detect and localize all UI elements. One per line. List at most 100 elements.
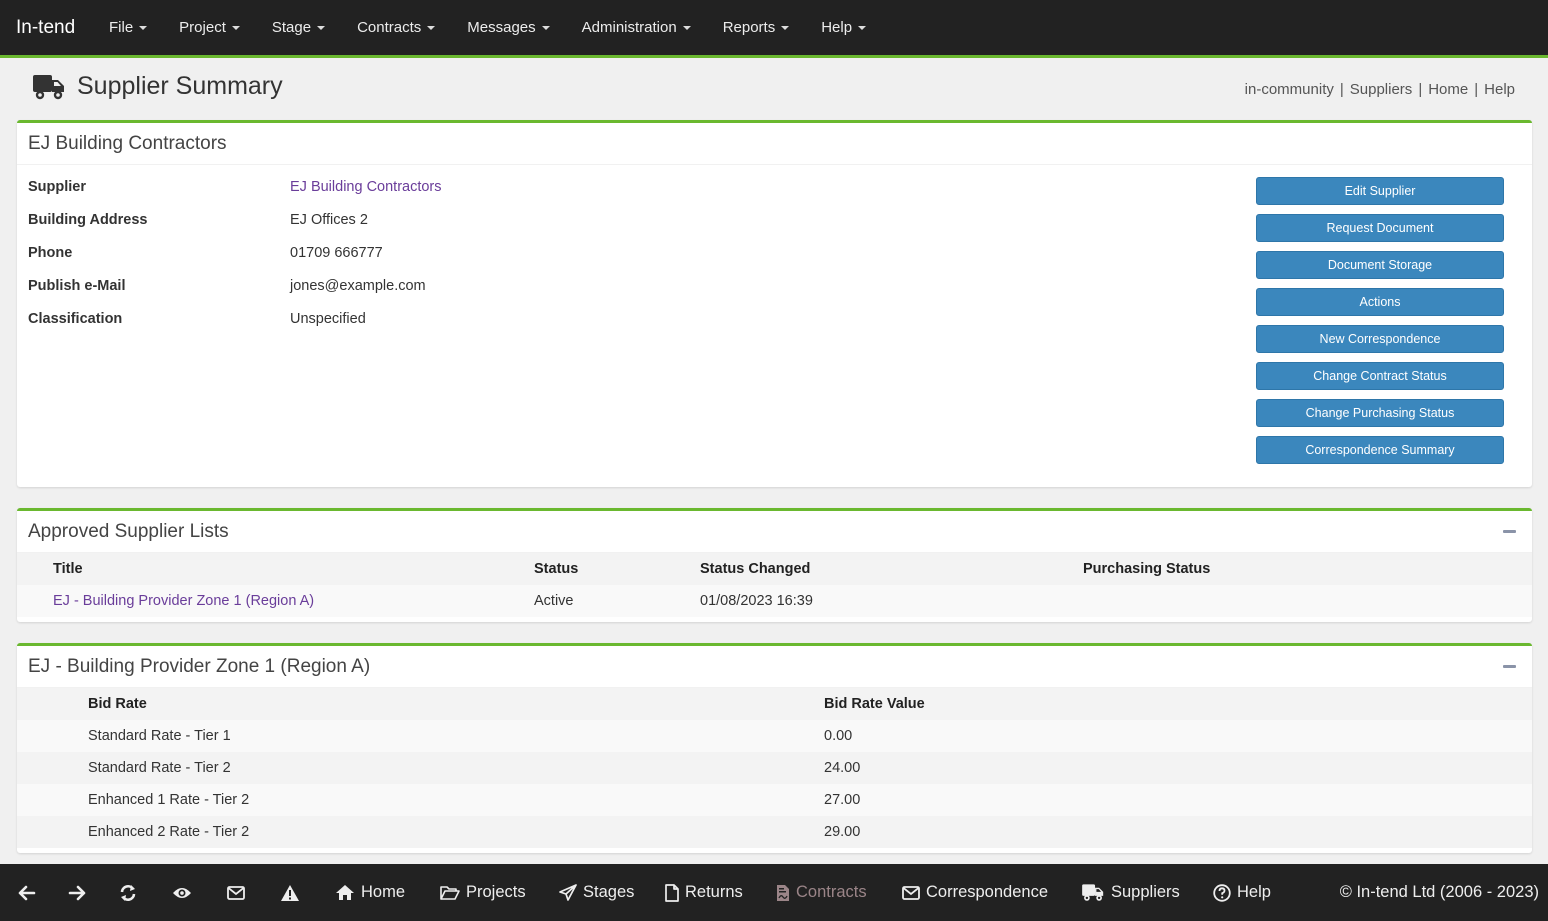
menu-help[interactable]: Help — [805, 19, 882, 36]
bottom-link-label: Home — [361, 883, 406, 901]
table-row: Standard Rate - Tier 1 0.00 — [17, 720, 1532, 752]
bottom-link-stages[interactable]: Stages — [559, 883, 634, 902]
menu-label: Contracts — [357, 19, 422, 36]
status-changed-cell: 01/08/2023 16:39 — [700, 585, 1083, 617]
menu-label: Help — [821, 19, 853, 36]
caret-down-icon — [781, 25, 790, 30]
header-links: in-community | Suppliers | Home | Help — [1245, 81, 1515, 98]
detail-row-phone: Phone 01709 666777 — [28, 245, 442, 278]
envelope-icon — [902, 885, 920, 900]
bottom-link-suppliers[interactable]: Suppliers — [1081, 883, 1180, 902]
detail-label: Publish e-Mail — [28, 278, 126, 294]
supplier-summary-panel: EJ Building Contractors Supplier EJ Buil… — [17, 120, 1532, 487]
column-header-title: Title — [53, 553, 534, 585]
panel-title: Approved Supplier Lists — [28, 520, 229, 542]
detail-value: 01709 666777 — [290, 245, 383, 261]
menu-label: Reports — [722, 19, 776, 36]
file-icon — [665, 883, 679, 902]
link-home[interactable]: Home — [1428, 81, 1468, 98]
bid-rates-table: Bid Rate Bid Rate Value Standard Rate - … — [17, 688, 1532, 848]
table-row: EJ - Building Provider Zone 1 (Region A)… — [17, 585, 1532, 617]
detail-value: jones@example.com — [290, 278, 426, 294]
caret-down-icon — [682, 25, 691, 30]
copyright-text: © In-tend Ltd (2006 - 2023) — [1339, 883, 1539, 901]
column-header-status: Status — [534, 553, 700, 585]
spacer-cell — [17, 752, 88, 784]
spacer-cell — [17, 688, 88, 720]
column-header-bid-rate: Bid Rate — [88, 688, 824, 720]
folder-open-icon — [440, 886, 460, 900]
link-help[interactable]: Help — [1484, 81, 1515, 98]
bottom-link-returns[interactable]: Returns — [665, 883, 743, 902]
detail-row-classification: Classification Unspecified — [28, 311, 442, 344]
bottom-link-label: Stages — [583, 883, 635, 901]
bid-rates-panel: EJ - Building Provider Zone 1 (Region A)… — [17, 643, 1532, 853]
main-menu: File Project Stage Contracts Messages Ad… — [93, 19, 882, 36]
bottom-link-contracts[interactable]: Contracts — [776, 883, 867, 902]
forward-arrow-icon[interactable] — [67, 883, 87, 903]
actions-button[interactable]: Actions — [1256, 288, 1504, 316]
menu-project[interactable]: Project — [163, 19, 256, 36]
link-separator: | — [1339, 81, 1344, 98]
document-storage-button[interactable]: Document Storage — [1256, 251, 1504, 279]
bottom-link-label: Returns — [685, 883, 743, 901]
supplier-link[interactable]: EJ Building Contractors — [290, 179, 442, 195]
bottom-link-projects[interactable]: Projects — [440, 883, 526, 902]
collapse-icon[interactable] — [1503, 665, 1516, 668]
bid-rate-value-cell: 29.00 — [824, 816, 1532, 848]
action-buttons: Edit Supplier Request Document Document … — [1256, 177, 1504, 464]
caret-down-icon — [427, 25, 436, 30]
column-header-status-changed: Status Changed — [700, 553, 1083, 585]
menu-reports[interactable]: Reports — [707, 19, 806, 36]
list-title-link[interactable]: EJ - Building Provider Zone 1 (Region A) — [53, 585, 534, 617]
table-header-row: Title Status Status Changed Purchasing S… — [17, 553, 1532, 585]
refresh-icon[interactable] — [118, 883, 138, 903]
bid-rate-value-cell: 0.00 — [824, 720, 1532, 752]
change-purchasing-status-button[interactable]: Change Purchasing Status — [1256, 399, 1504, 427]
table-header-row: Bid Rate Bid Rate Value — [17, 688, 1532, 720]
paper-plane-icon — [559, 884, 577, 901]
eye-icon[interactable] — [172, 883, 192, 903]
bid-rate-cell: Enhanced 1 Rate - Tier 2 — [88, 784, 824, 816]
bid-rate-cell: Enhanced 2 Rate - Tier 2 — [88, 816, 824, 848]
brand-logo[interactable]: In-tend — [0, 17, 93, 39]
bid-rate-value-cell: 27.00 — [824, 784, 1532, 816]
page-title: Supplier Summary — [77, 72, 283, 100]
edit-supplier-button[interactable]: Edit Supplier — [1256, 177, 1504, 205]
menu-file[interactable]: File — [93, 19, 163, 36]
bottom-link-label: Contracts — [796, 883, 867, 901]
correspondence-summary-button[interactable]: Correspondence Summary — [1256, 436, 1504, 464]
detail-label: Classification — [28, 311, 123, 327]
menu-label: Messages — [467, 19, 536, 36]
collapse-icon[interactable] — [1503, 530, 1516, 533]
question-circle-icon — [1213, 883, 1231, 902]
bid-rate-value-cell: 24.00 — [824, 752, 1532, 784]
bottom-link-correspondence[interactable]: Correspondence — [902, 883, 1048, 902]
change-contract-status-button[interactable]: Change Contract Status — [1256, 362, 1504, 390]
envelope-icon[interactable] — [226, 883, 246, 903]
approved-lists-table: Title Status Status Changed Purchasing S… — [17, 553, 1532, 617]
link-suppliers[interactable]: Suppliers — [1350, 81, 1413, 98]
back-arrow-icon[interactable] — [17, 883, 37, 903]
top-navbar: In-tend File Project Stage Contracts Mes… — [0, 0, 1548, 58]
table-row: Enhanced 2 Rate - Tier 2 29.00 — [17, 816, 1532, 848]
request-document-button[interactable]: Request Document — [1256, 214, 1504, 242]
caret-down-icon — [317, 25, 326, 30]
new-correspondence-button[interactable]: New Correspondence — [1256, 325, 1504, 353]
page-header: Supplier Summary in-community | Supplier… — [0, 58, 1548, 120]
link-in-community[interactable]: in-community — [1245, 81, 1334, 98]
menu-stage[interactable]: Stage — [256, 19, 341, 36]
caret-down-icon — [231, 25, 240, 30]
menu-label: Stage — [271, 19, 312, 36]
menu-messages[interactable]: Messages — [451, 19, 565, 36]
menu-contracts[interactable]: Contracts — [341, 19, 451, 36]
warning-icon[interactable] — [280, 883, 300, 903]
bottom-link-help[interactable]: Help — [1213, 883, 1271, 902]
spacer-cell — [17, 553, 53, 585]
truck-icon — [33, 74, 64, 99]
menu-label: File — [109, 19, 134, 36]
menu-label: Project — [179, 19, 226, 36]
bottom-link-home[interactable]: Home — [335, 883, 405, 902]
panel-title: EJ Building Contractors — [28, 132, 227, 154]
menu-administration[interactable]: Administration — [566, 19, 707, 36]
